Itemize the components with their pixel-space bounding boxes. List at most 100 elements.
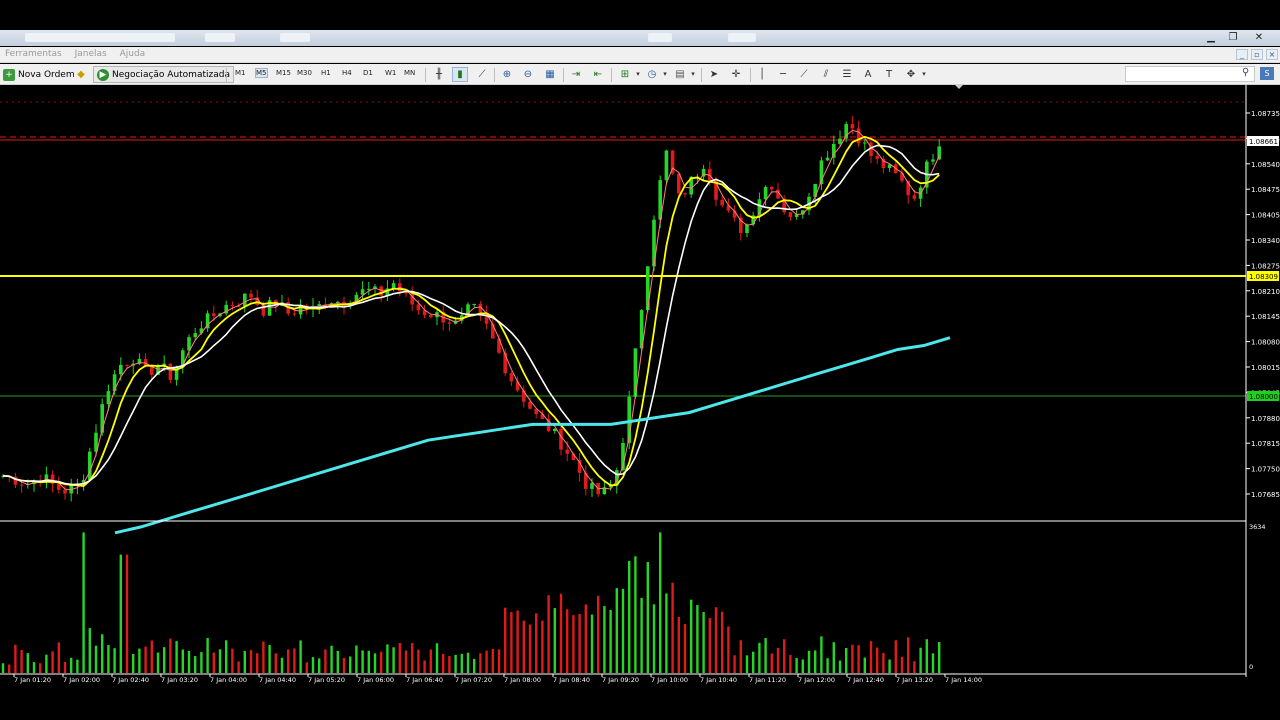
- templates-icon[interactable]: ▤: [673, 68, 687, 81]
- indicators-icon[interactable]: ⊞: [618, 68, 632, 81]
- volume-bar: [609, 609, 612, 673]
- volume-bar: [597, 595, 600, 673]
- volume-bar: [175, 641, 178, 673]
- metaeditor-icon[interactable]: ◆: [74, 68, 88, 81]
- timeframe-m30[interactable]: M30: [297, 69, 312, 77]
- horizontal-line-icon[interactable]: ─: [776, 68, 790, 81]
- price-label: 1.08405: [1251, 212, 1280, 220]
- price-label: 1.08275: [1251, 262, 1280, 270]
- candle-body: [19, 484, 24, 486]
- volume-bar: [280, 657, 284, 673]
- volume-bar: [181, 649, 184, 673]
- volume-bar: [305, 662, 308, 673]
- volume-bar: [938, 642, 941, 673]
- candle-body: [931, 159, 935, 162]
- timeframe-m15[interactable]: M15: [276, 69, 291, 77]
- tile-windows-icon[interactable]: ▦: [543, 68, 557, 81]
- volume-bar: [138, 648, 141, 673]
- menu-item-ajuda[interactable]: Ajuda: [115, 47, 151, 61]
- chart-shift-icon[interactable]: ⇤: [591, 68, 605, 81]
- candle-body: [360, 289, 365, 295]
- volume-bar: [237, 661, 240, 673]
- volume-bar: [789, 654, 792, 673]
- timeframe-h1[interactable]: H1: [321, 69, 331, 77]
- trendline-icon[interactable]: ⟋: [797, 68, 811, 81]
- timeframe-d1[interactable]: D1: [363, 69, 373, 77]
- volume-bar: [417, 649, 420, 673]
- timeframe-w1[interactable]: W1: [385, 69, 396, 77]
- fibonacci-icon[interactable]: ☰: [840, 68, 854, 81]
- timeframe-h4[interactable]: H4: [342, 69, 352, 77]
- search-input[interactable]: [1125, 66, 1255, 82]
- text-icon[interactable]: A: [861, 68, 875, 81]
- volume-bar: [169, 638, 172, 673]
- candle-body: [850, 124, 855, 129]
- price-label: 1.08145: [1251, 313, 1280, 321]
- channel-icon[interactable]: ⫽: [819, 68, 833, 81]
- chevron-down-icon[interactable]: ▾: [917, 68, 931, 81]
- volume-bar: [107, 645, 110, 673]
- candle-body: [770, 187, 774, 190]
- arrows-icon[interactable]: ✥: [904, 68, 918, 81]
- new-order-button[interactable]: + Nova Ordem: [0, 66, 78, 83]
- chart-minimize-icon[interactable]: _: [1236, 49, 1248, 60]
- periods-clock-icon[interactable]: ◷: [645, 68, 659, 81]
- volume-bar: [758, 642, 761, 673]
- chart-close-icon[interactable]: ×: [1266, 49, 1278, 60]
- zoom-out-icon[interactable]: ⊖: [521, 68, 535, 81]
- candle-body: [193, 333, 197, 338]
- auto-scroll-icon[interactable]: ⇥: [569, 68, 583, 81]
- crosshair-icon[interactable]: ✛: [729, 68, 743, 81]
- volume-bar: [268, 645, 271, 673]
- auto-trading-button[interactable]: ▶ Negociação Automatizada: [93, 66, 234, 83]
- volume-bar: [559, 593, 563, 673]
- volume-bar: [925, 639, 928, 673]
- close-icon[interactable]: ✕: [1248, 30, 1270, 46]
- time-label: 7 Jan 11:20: [749, 676, 786, 684]
- candlestick-chart-icon[interactable]: ▮: [452, 67, 468, 82]
- volume-bar: [770, 653, 773, 673]
- volume-bar: [293, 648, 296, 673]
- vertical-line-icon[interactable]: │: [755, 68, 769, 81]
- volume-bar: [900, 656, 904, 673]
- community-icon[interactable]: S: [1260, 67, 1274, 80]
- volume-bar: [429, 649, 432, 673]
- chart-restore-icon[interactable]: ▫: [1251, 49, 1263, 60]
- time-label: 7 Jan 06:40: [406, 676, 443, 684]
- price-chart[interactable]: 1.087351.086051.085401.084751.084051.083…: [0, 85, 1280, 691]
- bar-chart-icon[interactable]: ╫: [432, 68, 446, 81]
- chevron-down-icon[interactable]: ▾: [686, 68, 700, 81]
- volume-bar: [913, 661, 916, 673]
- volume-bar: [398, 642, 401, 673]
- candle-body: [416, 304, 421, 311]
- menu-item-ferramentas[interactable]: Ferramentas: [0, 47, 67, 61]
- window-title-blurred: [648, 33, 672, 42]
- timeframe-mn[interactable]: MN: [404, 69, 415, 77]
- search-icon[interactable]: ⚲: [1242, 67, 1249, 78]
- timeframe-m5[interactable]: M5: [255, 68, 268, 78]
- volume-bar: [621, 588, 625, 673]
- candle-body: [646, 266, 650, 311]
- zoom-in-icon[interactable]: ⊕: [500, 68, 514, 81]
- candle-body: [825, 157, 830, 161]
- line-chart-icon[interactable]: ⟋: [475, 68, 489, 81]
- chevron-down-icon[interactable]: ▾: [631, 68, 645, 81]
- volume-bar: [156, 652, 160, 673]
- chevron-down-icon[interactable]: ▾: [658, 68, 672, 81]
- time-label: 7 Jan 08:40: [553, 676, 590, 684]
- price-label: 1.08475: [1251, 186, 1280, 194]
- volume-bar: [225, 640, 228, 673]
- cursor-icon[interactable]: ➤: [707, 68, 721, 81]
- menu-item-janelas[interactable]: Janelas: [70, 47, 112, 61]
- volume-bar: [51, 651, 54, 673]
- timeframe-m1[interactable]: M1: [235, 69, 246, 77]
- volume-min-label: 0: [1249, 663, 1253, 671]
- toolbar-separator: [563, 68, 564, 82]
- volume-bar: [752, 651, 755, 673]
- restore-icon[interactable]: ❐: [1222, 30, 1244, 46]
- volume-bar: [677, 616, 680, 673]
- candle-body: [528, 401, 532, 409]
- volume-bar: [553, 608, 556, 673]
- text-label-icon[interactable]: T: [882, 68, 896, 81]
- minimize-icon[interactable]: ▁: [1200, 30, 1222, 46]
